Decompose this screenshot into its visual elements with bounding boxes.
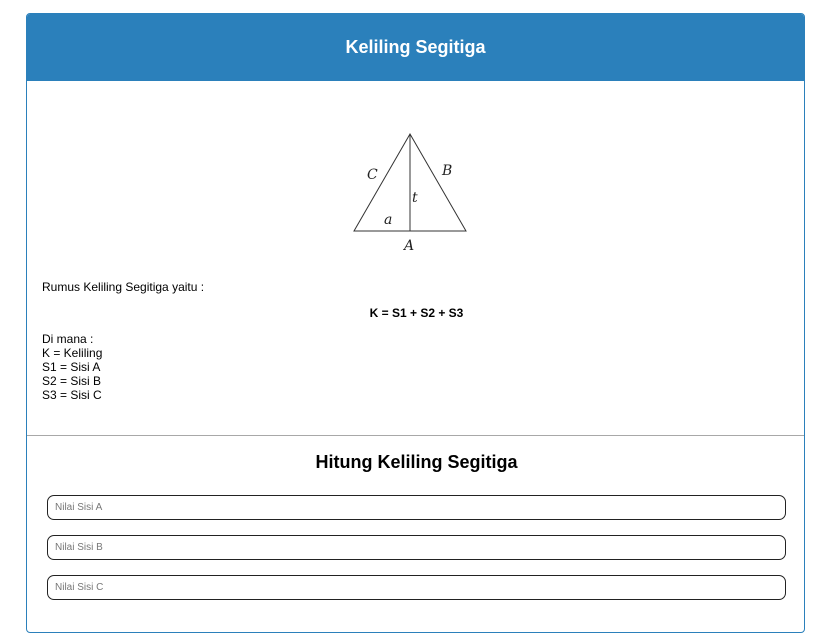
formula-legend: Di mana : K = Keliling S1 = Sisi A S2 = … xyxy=(42,332,102,402)
side-b-input[interactable] xyxy=(47,535,786,560)
legend-item: S3 = Sisi C xyxy=(42,388,102,402)
label-angle: a xyxy=(384,212,392,228)
calculator-title: Hitung Keliling Segitiga xyxy=(315,452,518,472)
legend-item: S2 = Sisi B xyxy=(42,374,102,388)
label-height: t xyxy=(412,190,418,206)
triangle-diagram: C B t a A xyxy=(349,126,474,256)
formula-text: K = S1 + S2 + S3 xyxy=(369,306,464,320)
formula-intro: Rumus Keliling Segitiga yaitu : xyxy=(42,280,205,294)
main-card: Keliling Segitiga C B t a A Rumus Kelili… xyxy=(26,13,805,633)
triangle-svg: C B t a A xyxy=(353,132,467,254)
label-side-b: B xyxy=(441,163,452,179)
legend-item: K = Keliling xyxy=(42,346,103,360)
label-base: A xyxy=(402,238,414,254)
side-a-input[interactable] xyxy=(47,495,786,520)
side-c-input[interactable] xyxy=(47,575,786,600)
card-header: Keliling Segitiga xyxy=(27,14,804,81)
legend-title: Di mana : xyxy=(42,332,94,346)
page-title: Keliling Segitiga xyxy=(345,37,486,57)
label-side-c: C xyxy=(367,167,378,183)
legend-item: S1 = Sisi A xyxy=(42,360,101,374)
section-divider xyxy=(27,435,804,436)
